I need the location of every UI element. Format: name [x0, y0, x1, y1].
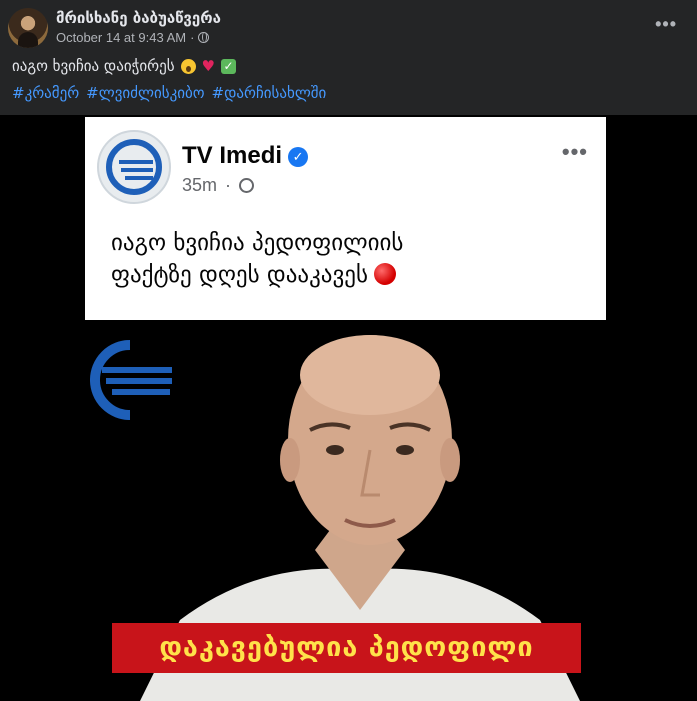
post-meta: October 14 at 9:43 AM · — [56, 30, 210, 45]
card-text-content: იაგო ხვიჩია პედოფილიის ფაქტზე დღეს დააკა… — [111, 230, 404, 288]
red-circle-emoji-icon — [373, 263, 396, 285]
card-time: 35m — [182, 175, 218, 195]
post-timestamp[interactable]: October 14 at 9:43 AM — [56, 30, 186, 45]
post-video[interactable]: TV Imedi ✓ 35m · ••• იაგო ხვიჩია პედოფილი… — [0, 115, 697, 701]
hashtag-link[interactable]: #დარჩისახლში — [212, 84, 327, 102]
globe-icon — [198, 32, 210, 43]
card-page-name[interactable]: TV Imedi ✓ — [182, 142, 309, 170]
shared-post-card: TV Imedi ✓ 35m · ••• იაგო ხვიჩია პედოფილი… — [85, 117, 606, 320]
post-caption: იაგო ხვიჩია დაიჭირეს ♥ ✓ — [12, 57, 236, 75]
hashtag-link[interactable]: #კრამერ — [12, 84, 79, 102]
post-header: მრისხანე ბაბუაწვერა October 14 at 9:43 A… — [0, 0, 697, 115]
meta-separator: · — [190, 30, 195, 45]
verified-badge-icon: ✓ — [288, 147, 309, 167]
caption-text: იაგო ხვიჩია დაიჭირეს — [12, 57, 175, 75]
hashtag-link[interactable]: #ლვიძლისკიბო — [86, 84, 204, 102]
card-more-icon: ••• — [561, 139, 588, 164]
page-name-text: TV Imedi — [182, 142, 283, 169]
card-meta: 35m · — [182, 175, 255, 196]
wow-face-emoji-icon — [180, 58, 196, 74]
author-avatar[interactable] — [8, 8, 48, 48]
more-options-button[interactable]: ••• — [655, 14, 677, 35]
card-separator: · — [225, 175, 232, 195]
video-caption-banner: დაკავებულია პედოფილი — [112, 623, 581, 673]
author-name[interactable]: მრისხანე ბაბუაწვერა — [56, 9, 221, 27]
globe-icon — [239, 178, 255, 193]
card-text: იაგო ხვიჩია პედოფილიის ფაქტზე დღეს დააკა… — [111, 227, 511, 291]
red-heart-emoji-icon: ♥ — [201, 57, 215, 75]
hashtag-list: #კრამერ #ლვიძლისკიბო #დარჩისახლში — [12, 84, 326, 102]
check-mark-emoji-icon: ✓ — [221, 58, 236, 74]
imedi-logo-icon — [97, 130, 171, 204]
